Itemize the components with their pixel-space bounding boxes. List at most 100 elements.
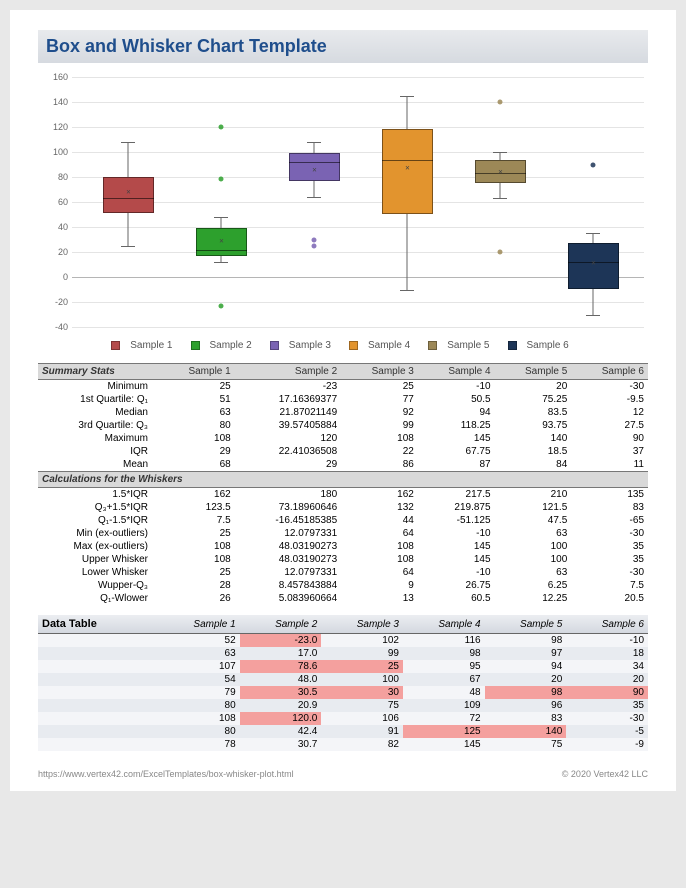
cell: 12.0797331 [235, 566, 341, 579]
row-label: Median [38, 406, 158, 419]
cell: 12 [571, 406, 648, 419]
boxplot: × [103, 71, 154, 336]
cell: 75.25 [495, 393, 572, 406]
cell: 25 [341, 380, 418, 394]
cell: 20 [485, 673, 567, 686]
cell: 63 [495, 566, 572, 579]
table-row: Min (ex-outliers)2512.079733164-1063-30 [38, 527, 648, 540]
row-label [38, 634, 158, 648]
cell: 102 [321, 634, 403, 648]
y-tick-label: 80 [44, 172, 68, 182]
cell: 90 [571, 432, 648, 445]
cell: 20 [495, 380, 572, 394]
cell: 39.57405884 [235, 419, 341, 432]
cell: 83.5 [495, 406, 572, 419]
col-header: Sample 6 [571, 364, 648, 380]
cell: 48 [403, 686, 485, 699]
cell: 145 [403, 738, 485, 751]
cell: 30.7 [240, 738, 322, 751]
cell: 18.5 [495, 445, 572, 458]
chart-legend: Sample 1Sample 2Sample 3Sample 4Sample 5… [38, 340, 648, 353]
cell: 29 [235, 458, 341, 472]
boxplot: × [475, 71, 526, 336]
cell: 120 [235, 432, 341, 445]
row-label [38, 673, 158, 686]
row-label: 3rd Quartile: Q₃ [38, 419, 158, 432]
cell: 50.5 [418, 393, 495, 406]
cell: 106 [321, 712, 403, 725]
boxplot: × [568, 71, 619, 336]
outlier-point [498, 250, 503, 255]
cell: 98 [403, 647, 485, 660]
title-bar: Box and Whisker Chart Template [38, 30, 648, 63]
cell: -65 [571, 514, 648, 527]
data-table-title: Data Table [38, 615, 158, 634]
cell: -10 [418, 566, 495, 579]
cell: 83 [485, 712, 567, 725]
cell: 25 [321, 660, 403, 673]
legend-item: Sample 4 [349, 340, 416, 351]
table-row: 1.5*IQR162180162217.5210135 [38, 488, 648, 502]
cell: 26.75 [418, 579, 495, 592]
footer: https://www.vertex42.com/ExcelTemplates/… [38, 769, 648, 779]
boxplot: × [196, 71, 247, 336]
cell: 42.4 [240, 725, 322, 738]
cell: 18 [566, 647, 648, 660]
calculations-header-row: Calculations for the Whiskers [38, 472, 648, 488]
cell: 48.03190273 [235, 540, 341, 553]
footer-copyright: © 2020 Vertex42 LLC [562, 769, 648, 779]
cell: -23.0 [240, 634, 322, 648]
cell: 27.5 [571, 419, 648, 432]
cell: 95 [403, 660, 485, 673]
row-label [38, 738, 158, 751]
row-label: 1.5*IQR [38, 488, 158, 502]
cell: 20.9 [240, 699, 322, 712]
cell: 35 [571, 553, 648, 566]
cell: 63 [495, 527, 572, 540]
cell: 145 [418, 432, 495, 445]
cell: 6.25 [495, 579, 572, 592]
cell: 35 [571, 540, 648, 553]
row-label: Q₁-1.5*IQR [38, 514, 158, 527]
cell: 100 [495, 540, 572, 553]
cell: 162 [158, 488, 235, 502]
cell: 94 [485, 660, 567, 673]
boxplot: × [289, 71, 340, 336]
summary-stats-header-row: Summary Stats Sample 1 Sample 2 Sample 3… [38, 364, 648, 380]
cell: 140 [485, 725, 567, 738]
cell: 26 [158, 592, 235, 605]
table-row: 7830.78214575-9 [38, 738, 648, 751]
legend-label: Sample 3 [289, 340, 331, 351]
y-tick-label: 0 [44, 272, 68, 282]
y-tick-label: 60 [44, 197, 68, 207]
cell: 17.0 [240, 647, 322, 660]
cell: 48.03190273 [235, 553, 341, 566]
legend-swatch [349, 341, 358, 350]
cell: 125 [403, 725, 485, 738]
summary-stats-title: Summary Stats [38, 364, 158, 380]
y-tick-label: 140 [44, 97, 68, 107]
cell: 60.5 [418, 592, 495, 605]
cell: 91 [321, 725, 403, 738]
cell: 25 [158, 566, 235, 579]
legend-swatch [508, 341, 517, 350]
cell: 82 [321, 738, 403, 751]
row-label: 1st Quartile: Q₁ [38, 393, 158, 406]
col-header: Sample 1 [158, 615, 240, 634]
data-table-header-row: Data Table Sample 1 Sample 2 Sample 3 Sa… [38, 615, 648, 634]
row-label [38, 686, 158, 699]
cell: 5.083960664 [235, 592, 341, 605]
col-header: Sample 4 [403, 615, 485, 634]
y-tick-label: 40 [44, 222, 68, 232]
legend-label: Sample 5 [447, 340, 489, 351]
cell: 145 [418, 540, 495, 553]
row-label [38, 699, 158, 712]
outlier-point [312, 243, 317, 248]
cell: 132 [341, 501, 418, 514]
cell: 44 [341, 514, 418, 527]
cell: 52 [158, 634, 240, 648]
cell: 35 [566, 699, 648, 712]
table-row: 8042.491125140-5 [38, 725, 648, 738]
cell: 7.5 [158, 514, 235, 527]
table-row: Minimum25-2325-1020-30 [38, 380, 648, 394]
